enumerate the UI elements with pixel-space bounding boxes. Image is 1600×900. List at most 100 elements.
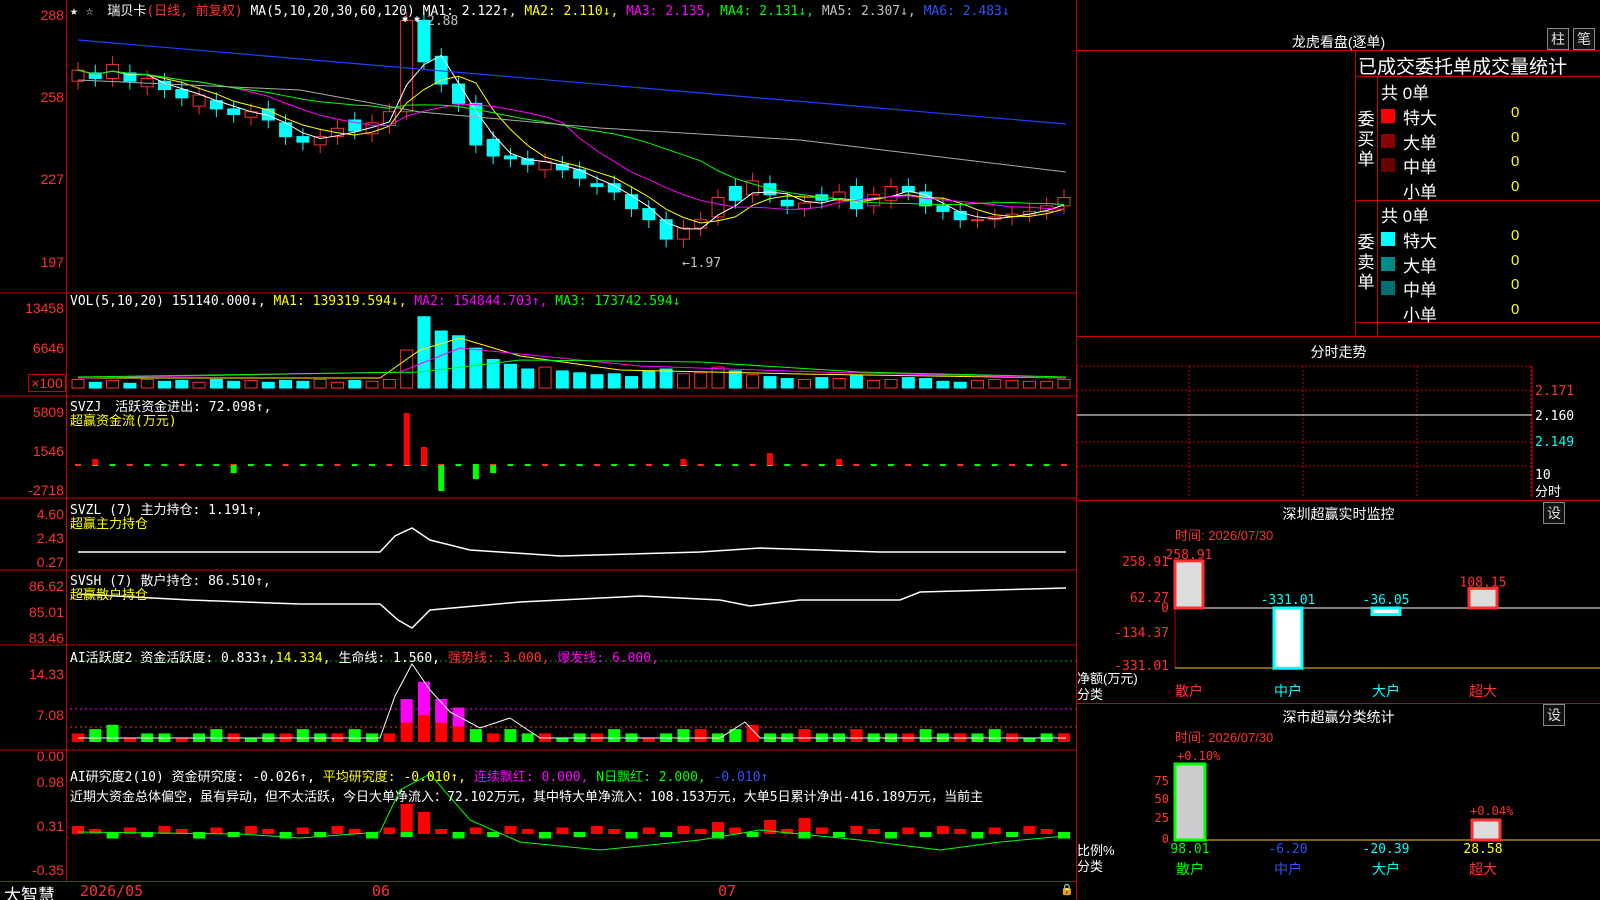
research-bar	[262, 829, 275, 834]
sc-tick: 25	[1155, 811, 1169, 825]
ai1-tick: 0.00	[36, 748, 64, 764]
ma-line	[77, 69, 1065, 205]
sc-category: 散户	[1176, 861, 1204, 878]
research-bar	[833, 832, 846, 837]
research-bar	[712, 822, 725, 832]
candle	[849, 185, 863, 210]
research-bar	[469, 827, 482, 834]
research-bar	[660, 832, 673, 837]
research-bar	[227, 832, 240, 837]
period-label[interactable]: (日线, 前复权)	[146, 4, 242, 19]
intraday-tick: 10	[1535, 468, 1551, 483]
research-bar	[417, 812, 430, 832]
research-bar	[72, 826, 84, 834]
volume-bar	[988, 378, 1002, 389]
ma-line	[77, 69, 1065, 210]
research-bar	[435, 829, 448, 834]
ma6-value: MA6: 2.483↓	[923, 4, 1010, 19]
sc-value: 98.01	[1170, 842, 1209, 857]
research-bar	[885, 832, 898, 839]
volume-bar	[676, 373, 690, 389]
candle	[400, 19, 414, 113]
research-bar	[210, 827, 223, 834]
candle	[711, 197, 725, 218]
volume-bar	[538, 366, 552, 389]
volume-bar	[815, 377, 829, 389]
volume-bar	[279, 379, 293, 389]
volume-bar	[382, 378, 396, 389]
volume-bar	[1040, 380, 1054, 389]
sc-category: 超大	[1469, 862, 1497, 878]
volume-bar	[71, 378, 85, 389]
flag-star-icon[interactable]: ☆	[86, 4, 94, 19]
candle	[728, 185, 742, 201]
sz-value: 258.91	[1166, 548, 1213, 563]
candle	[884, 185, 898, 201]
sz-bar	[1272, 606, 1304, 670]
volume-bar	[607, 373, 621, 389]
flow-bar	[420, 447, 427, 465]
flow-bar	[230, 465, 237, 473]
volume-bar	[88, 381, 102, 389]
sc-value: -20.39	[1363, 842, 1410, 857]
low-price-mark: ←1.97	[682, 256, 722, 271]
candle	[936, 205, 950, 212]
volume-bar	[521, 368, 535, 389]
activity-bar	[746, 724, 759, 742]
volume-bar	[625, 376, 639, 389]
ai1-name[interactable]: AI活跃度2	[70, 651, 132, 666]
ai2-tick: 0.98	[36, 774, 64, 790]
lock-icon[interactable]: 🔒	[1060, 883, 1074, 896]
kline-chart-area[interactable]	[0, 0, 1078, 900]
vol-name[interactable]: VOL(5,10,20)	[70, 294, 164, 309]
right-charts: 2.1712.1602.14910分时258.9162.270-134.37-3…	[1077, 365, 1600, 878]
svsh-subtitle: 超赢散户持仓	[70, 588, 149, 603]
volume-bar	[798, 378, 812, 389]
candle	[676, 227, 690, 240]
volume-bar	[157, 380, 171, 389]
ai1-tick: 7.08	[36, 707, 64, 723]
research-bar	[677, 826, 690, 834]
sc-category: 中户	[1274, 861, 1302, 878]
volume-bar	[106, 379, 120, 389]
research-bar	[1040, 829, 1053, 834]
research-bar	[296, 827, 309, 834]
volume-bar	[209, 378, 223, 389]
candle	[625, 194, 639, 210]
sz-category: 超大	[1469, 684, 1497, 700]
ai2-name[interactable]: AI研究度2(10)	[70, 770, 164, 785]
svzl-tick: 0.27	[36, 554, 64, 570]
volume-bar	[348, 379, 362, 389]
candle	[192, 94, 206, 107]
research-bar	[988, 827, 1001, 834]
volume-bar	[659, 368, 673, 389]
svzj-tick: -2718	[28, 482, 64, 498]
volume-bar	[330, 381, 344, 389]
ai2-nred: N日飘红: 2.000,	[596, 770, 706, 785]
ai1-burst: 爆发线: 6.000,	[557, 651, 659, 666]
ma4-value: MA4: 2.131↓,	[720, 4, 815, 19]
activity-bar	[487, 733, 500, 742]
sz-category: 中户	[1274, 683, 1302, 700]
volume-bar	[1022, 380, 1036, 389]
volume-bar	[469, 347, 483, 389]
volume-bar	[1057, 378, 1071, 389]
candle	[175, 89, 189, 99]
ma3-value: MA3: 2.135,	[626, 4, 713, 19]
flow-bar	[680, 459, 687, 465]
volume-bar	[1005, 379, 1019, 389]
y-tick: 197	[40, 254, 64, 270]
volume-bar	[901, 377, 915, 389]
ma6-line	[77, 39, 1067, 125]
activity-bar	[106, 724, 119, 742]
volume-bar	[780, 378, 794, 389]
research-bar	[400, 804, 413, 832]
ai1-tick: 14.33	[28, 666, 64, 682]
research-bar	[244, 826, 257, 834]
research-bar	[573, 832, 586, 837]
candle	[452, 83, 466, 104]
volume-bar	[261, 381, 275, 389]
research-bar	[867, 829, 880, 834]
x-date-3: 07	[718, 882, 737, 900]
vol-unit: ×100	[28, 374, 66, 392]
